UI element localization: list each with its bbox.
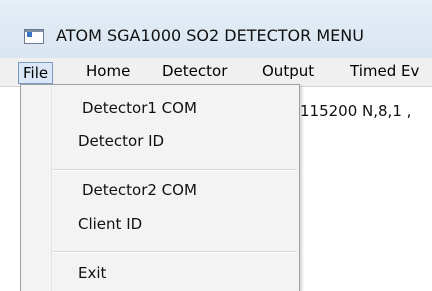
menu-timed-events[interactable]: Timed Ev <box>350 61 419 82</box>
menu-output[interactable]: Output <box>262 61 314 82</box>
menu-item-client-id[interactable]: Client ID <box>78 215 142 233</box>
menu-item-detector2-com[interactable]: Detector2 COM <box>82 181 197 199</box>
menu-separator <box>53 169 297 171</box>
menu-home[interactable]: Home <box>86 61 130 82</box>
port-settings-text: 115200 N,8,1 , <box>300 102 412 120</box>
menu-bar: File Home Detector Output Timed Ev <box>0 58 432 87</box>
menu-icon-gutter <box>51 85 52 291</box>
menu-file[interactable]: File <box>18 62 54 84</box>
file-dropdown-menu: Detector1 COM Detector ID Detector2 COM … <box>20 84 300 291</box>
title-bar: ATOM SGA1000 SO2 DETECTOR MENU <box>0 0 432 58</box>
window-title: ATOM SGA1000 SO2 DETECTOR MENU <box>56 26 364 45</box>
menu-item-detector-id[interactable]: Detector ID <box>78 132 164 150</box>
app-window-icon[interactable] <box>24 29 44 44</box>
menu-detector[interactable]: Detector <box>162 61 227 82</box>
menu-separator <box>53 251 297 253</box>
menu-item-exit[interactable]: Exit <box>78 264 106 282</box>
menu-item-detector1-com[interactable]: Detector1 COM <box>82 99 197 117</box>
